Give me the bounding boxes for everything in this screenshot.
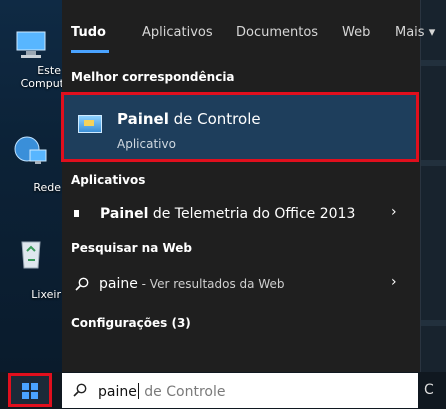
taskbar-search-input[interactable]: paine de Controle bbox=[62, 373, 418, 408]
taskbar-cortana-icon[interactable]: C bbox=[424, 382, 434, 398]
tab-all[interactable]: Tudo bbox=[71, 25, 106, 40]
settings-heading[interactable]: Configurações (3) bbox=[71, 316, 191, 330]
divider bbox=[421, 320, 446, 326]
best-match-title-rest: de Controle bbox=[168, 110, 261, 128]
background-window-edge bbox=[420, 0, 446, 372]
start-button[interactable] bbox=[8, 373, 52, 407]
desktop-icon-label: Comput bbox=[20, 77, 64, 90]
search-autocomplete-text: de Controle bbox=[139, 384, 226, 400]
divider bbox=[421, 60, 446, 66]
this-pc-icon bbox=[16, 31, 46, 58]
active-tab-indicator bbox=[71, 50, 109, 53]
recycle-bin-icon bbox=[21, 241, 41, 269]
search-icon bbox=[73, 383, 87, 397]
best-match-title: Painel de Controle bbox=[117, 110, 261, 128]
chevron-right-icon[interactable]: › bbox=[391, 274, 397, 290]
search-text: paine de Controle bbox=[98, 383, 225, 400]
tab-apps[interactable]: Aplicativos bbox=[142, 25, 213, 40]
chevron-right-icon[interactable]: › bbox=[391, 204, 397, 220]
taskbar: paine de Controle C bbox=[0, 372, 446, 409]
web-result-suffix: - Ver resultados da Web bbox=[137, 277, 285, 291]
network-icon bbox=[14, 136, 47, 164]
windows-logo-icon bbox=[22, 383, 38, 399]
tab-documents[interactable]: Documentos bbox=[236, 25, 318, 40]
desktop-icon-label: Este bbox=[37, 64, 61, 77]
search-tabs: Tudo Aplicativos Documentos Web Mais ▾ bbox=[62, 0, 435, 56]
best-match-subtitle: Aplicativo bbox=[117, 137, 176, 151]
tab-web[interactable]: Web bbox=[342, 25, 370, 40]
desktop-background: Este Comput Rede Lixeir bbox=[0, 0, 64, 372]
list-item-label: Painel de Telemetria do Office 2013 bbox=[100, 206, 355, 222]
best-match-title-bold: Painel bbox=[117, 110, 169, 128]
desktop-icon-label: Lixeir bbox=[31, 288, 61, 301]
web-result-query: paine bbox=[99, 276, 138, 292]
document-icon bbox=[74, 210, 79, 217]
web-search-heading: Pesquisar na Web bbox=[71, 241, 193, 255]
list-item-label-rest: de Telemetria do Office 2013 bbox=[148, 206, 356, 222]
text-caret bbox=[137, 383, 139, 399]
best-match-result[interactable]: Painel de Controle Aplicativo bbox=[64, 95, 416, 159]
list-item-telemetry[interactable]: Painel de Telemetria do Office 2013 › bbox=[62, 200, 420, 228]
desktop-icon-label: Rede bbox=[33, 181, 61, 194]
control-panel-icon bbox=[78, 115, 102, 133]
apps-heading: Aplicativos bbox=[71, 173, 146, 187]
search-panel: Tudo Aplicativos Documentos Web Mais ▾ M… bbox=[62, 0, 435, 372]
search-typed-text: paine bbox=[98, 384, 137, 400]
list-item-label-bold: Painel bbox=[100, 206, 149, 222]
web-result-label: paine - Ver resultados da Web bbox=[99, 276, 285, 292]
search-icon bbox=[75, 277, 89, 291]
divider bbox=[421, 160, 446, 166]
tab-more[interactable]: Mais ▾ bbox=[395, 25, 435, 40]
panel-footer bbox=[62, 336, 420, 372]
web-result-item[interactable]: paine - Ver resultados da Web › bbox=[62, 270, 420, 298]
best-match-heading: Melhor correspondência bbox=[71, 70, 235, 84]
